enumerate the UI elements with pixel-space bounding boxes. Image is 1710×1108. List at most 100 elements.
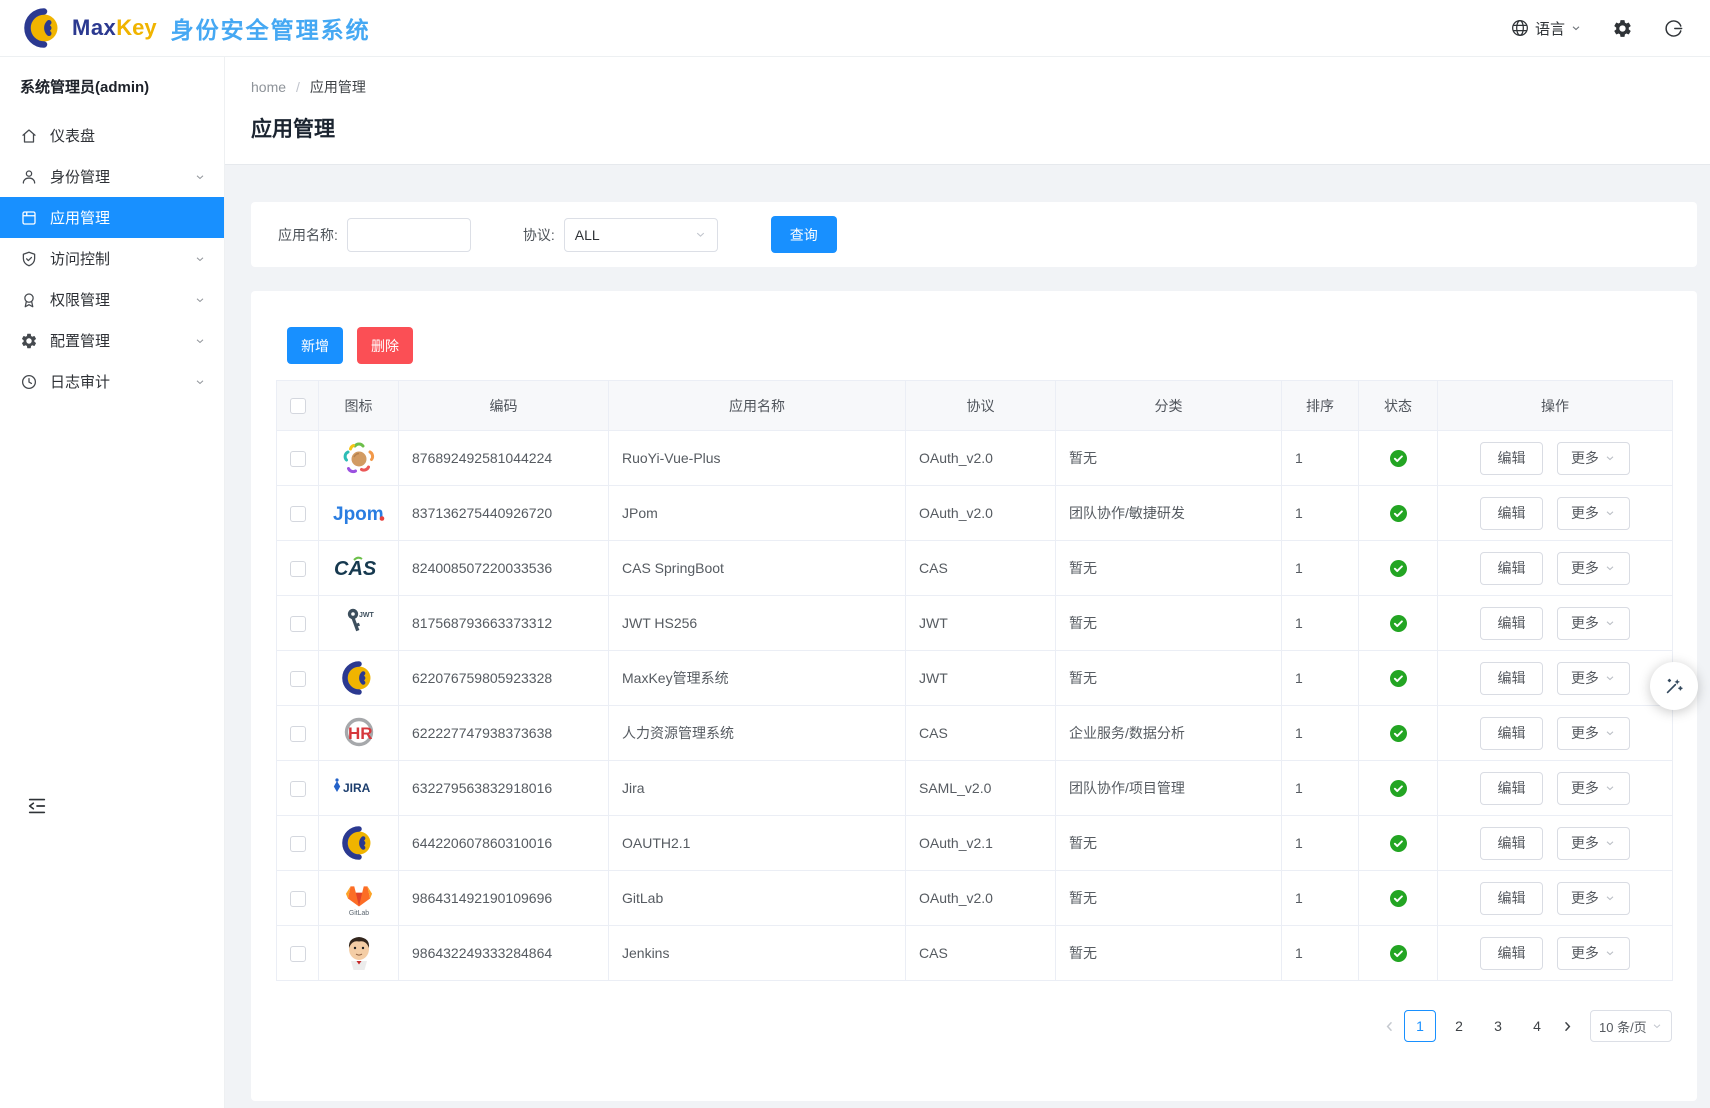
app-name: JWT HS256 bbox=[609, 596, 906, 651]
app-protocol: JWT bbox=[906, 596, 1056, 651]
prev-page-icon[interactable] bbox=[1382, 1019, 1397, 1034]
edit-button[interactable]: 编辑 bbox=[1480, 827, 1543, 860]
edit-button[interactable]: 编辑 bbox=[1480, 717, 1543, 750]
app-sort: 1 bbox=[1282, 761, 1359, 816]
edit-button[interactable]: 编辑 bbox=[1480, 882, 1543, 915]
theme-settings-fab[interactable] bbox=[1650, 662, 1698, 710]
edit-button[interactable]: 编辑 bbox=[1480, 662, 1543, 695]
sidebar-item-identity[interactable]: 身份管理 bbox=[0, 156, 224, 197]
add-button[interactable]: 新增 bbox=[287, 327, 343, 364]
chevron-down-icon bbox=[194, 171, 206, 183]
sidebar-item-dashboard[interactable]: 仪表盘 bbox=[0, 115, 224, 156]
app-protocol: SAML_v2.0 bbox=[906, 761, 1056, 816]
status-enabled-icon bbox=[1390, 615, 1407, 632]
search-button[interactable]: 查询 bbox=[771, 216, 837, 253]
app-code: 817568793663373312 bbox=[399, 596, 609, 651]
next-page-icon[interactable] bbox=[1560, 1019, 1575, 1034]
collapse-sidebar-icon[interactable] bbox=[26, 795, 48, 822]
row-checkbox[interactable] bbox=[290, 451, 306, 467]
delete-button[interactable]: 删除 bbox=[357, 327, 413, 364]
magic-wand-icon bbox=[1663, 675, 1685, 697]
more-button[interactable]: 更多 bbox=[1557, 717, 1630, 750]
current-user-label: 系统管理员(admin) bbox=[0, 57, 224, 109]
more-button[interactable]: 更多 bbox=[1557, 607, 1630, 640]
app-name-filter-input[interactable] bbox=[347, 218, 471, 252]
app-category: 暂无 bbox=[1056, 816, 1282, 871]
breadcrumb-home-link[interactable]: home bbox=[251, 79, 286, 95]
column-header-protocol: 协议 bbox=[906, 381, 1056, 431]
more-button[interactable]: 更多 bbox=[1557, 552, 1630, 585]
page-number-2[interactable]: 2 bbox=[1443, 1010, 1475, 1042]
more-button[interactable]: 更多 bbox=[1557, 772, 1630, 805]
sidebar-item-apps[interactable]: 应用管理 bbox=[0, 197, 224, 238]
app-icon bbox=[20, 209, 38, 227]
app-protocol: CAS bbox=[906, 541, 1056, 596]
ruoyi-logo-icon bbox=[341, 438, 377, 478]
chevron-down-icon bbox=[1604, 782, 1616, 794]
settings-button[interactable] bbox=[1612, 18, 1633, 39]
row-checkbox[interactable] bbox=[290, 671, 306, 687]
row-checkbox[interactable] bbox=[290, 781, 306, 797]
protocol-filter-label: 协议: bbox=[523, 225, 555, 245]
more-button[interactable]: 更多 bbox=[1557, 882, 1630, 915]
sidebar-item-config[interactable]: 配置管理 bbox=[0, 320, 224, 361]
app-code: 837136275440926720 bbox=[399, 486, 609, 541]
row-checkbox[interactable] bbox=[290, 561, 306, 577]
more-button[interactable]: 更多 bbox=[1557, 497, 1630, 530]
jenkins-logo-icon bbox=[344, 933, 374, 973]
table-row: HR 622227747938373638 人力资源管理系统 CAS 企业服务/… bbox=[277, 706, 1673, 761]
row-checkbox[interactable] bbox=[290, 616, 306, 632]
app-sort: 1 bbox=[1282, 541, 1359, 596]
svg-text:JIRA: JIRA bbox=[343, 781, 371, 795]
logout-button[interactable] bbox=[1663, 18, 1684, 39]
language-switcher[interactable]: 语言 bbox=[1510, 18, 1582, 39]
app-sort: 1 bbox=[1282, 926, 1359, 981]
row-checkbox[interactable] bbox=[290, 726, 306, 742]
edit-button[interactable]: 编辑 bbox=[1480, 442, 1543, 475]
gear-icon bbox=[20, 332, 38, 350]
row-checkbox[interactable] bbox=[290, 891, 306, 907]
page-number-3[interactable]: 3 bbox=[1482, 1010, 1514, 1042]
page-number-4[interactable]: 4 bbox=[1521, 1010, 1553, 1042]
more-button[interactable]: 更多 bbox=[1557, 827, 1630, 860]
protocol-filter-select[interactable]: ALL bbox=[564, 218, 718, 252]
cas-logo-icon: CAS bbox=[332, 548, 386, 588]
edit-button[interactable]: 编辑 bbox=[1480, 607, 1543, 640]
more-button[interactable]: 更多 bbox=[1557, 662, 1630, 695]
column-header-name: 应用名称 bbox=[609, 381, 906, 431]
breadcrumb: home / 应用管理 bbox=[251, 77, 1710, 97]
app-name: RuoYi-Vue-Plus bbox=[609, 431, 906, 486]
more-button[interactable]: 更多 bbox=[1557, 937, 1630, 970]
app-name-filter-label: 应用名称: bbox=[278, 225, 338, 245]
column-header-status: 状态 bbox=[1359, 381, 1438, 431]
edit-button[interactable]: 编辑 bbox=[1480, 772, 1543, 805]
app-sort: 1 bbox=[1282, 816, 1359, 871]
column-header-category: 分类 bbox=[1056, 381, 1282, 431]
edit-button[interactable]: 编辑 bbox=[1480, 937, 1543, 970]
app-protocol: CAS bbox=[906, 706, 1056, 761]
page-number-1[interactable]: 1 bbox=[1404, 1010, 1436, 1042]
status-enabled-icon bbox=[1390, 890, 1407, 907]
page-size-select[interactable]: 10 条/页 bbox=[1590, 1010, 1672, 1042]
clock-icon bbox=[20, 373, 38, 391]
jira-logo-icon: JIRA bbox=[328, 768, 390, 808]
edit-button[interactable]: 编辑 bbox=[1480, 497, 1543, 530]
sidebar-item-access[interactable]: 访问控制 bbox=[0, 238, 224, 279]
sidebar-item-label: 仪表盘 bbox=[50, 125, 194, 146]
more-button[interactable]: 更多 bbox=[1557, 442, 1630, 475]
row-checkbox[interactable] bbox=[290, 946, 306, 962]
app-protocol: OAuth_v2.1 bbox=[906, 816, 1056, 871]
gitlab-logo-icon: GitLab bbox=[340, 878, 378, 918]
app-code: 986432249333284864 bbox=[399, 926, 609, 981]
sidebar-item-audit[interactable]: 日志审计 bbox=[0, 361, 224, 402]
row-checkbox[interactable] bbox=[290, 506, 306, 522]
page-size-value: 10 条/页 bbox=[1599, 1017, 1647, 1036]
sidebar-item-permission[interactable]: 权限管理 bbox=[0, 279, 224, 320]
edit-button[interactable]: 编辑 bbox=[1480, 552, 1543, 585]
app-category: 团队协作/敏捷研发 bbox=[1056, 486, 1282, 541]
row-checkbox[interactable] bbox=[290, 836, 306, 852]
select-all-checkbox[interactable] bbox=[290, 398, 306, 414]
app-code: 876892492581044224 bbox=[399, 431, 609, 486]
sidebar: 系统管理员(admin) 仪表盘 身份管理 应用管理 访问控制 权限管理 配置管… bbox=[0, 57, 225, 1108]
chevron-down-icon bbox=[1604, 727, 1616, 739]
